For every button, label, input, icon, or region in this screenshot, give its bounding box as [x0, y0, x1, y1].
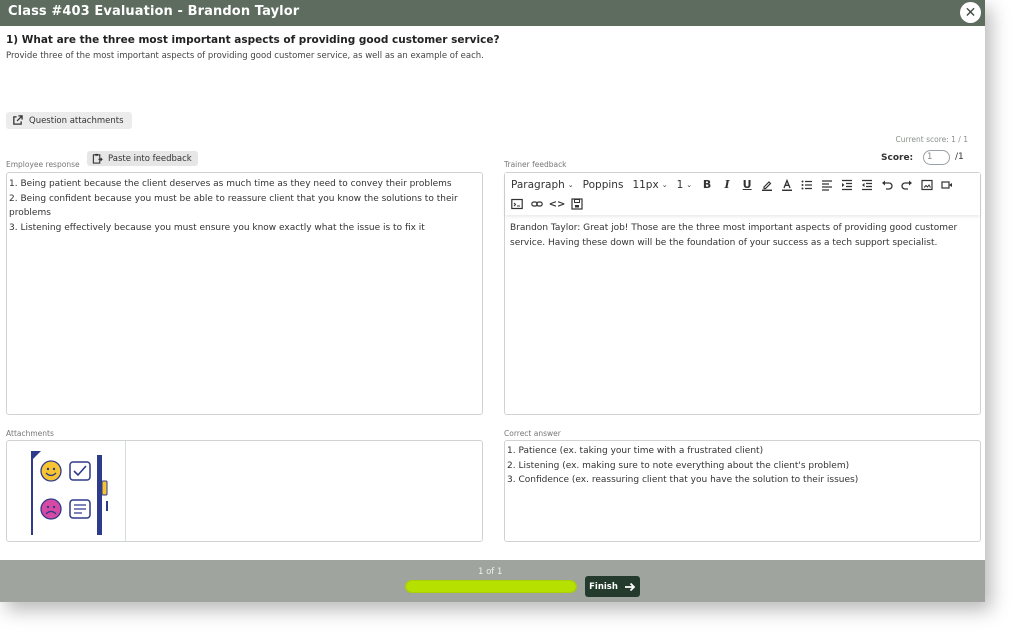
- finish-button[interactable]: Finish: [585, 576, 640, 597]
- bold-icon[interactable]: B: [701, 178, 713, 191]
- attachment-thumbnail[interactable]: [17, 445, 117, 537]
- employee-response-label: Employee response: [6, 160, 80, 169]
- italic-icon[interactable]: I: [721, 178, 733, 191]
- question-text: What are the three most important aspect…: [21, 34, 500, 46]
- arrow-right-icon: [624, 582, 636, 591]
- outdent-icon[interactable]: [861, 179, 873, 191]
- redo-icon[interactable]: [901, 179, 913, 191]
- font-size-select[interactable]: 11px ⌄: [632, 179, 667, 191]
- response-line: 1. Being patient because the client dese…: [9, 179, 452, 189]
- font-size-label: 11px: [632, 178, 659, 191]
- trainer-feedback-editor[interactable]: Paragraph ⌄ Poppins 11px ⌄ 1 ⌄ B I U <> …: [504, 172, 981, 415]
- underline-icon[interactable]: U: [741, 178, 753, 191]
- paragraph-select-label: Paragraph: [511, 178, 565, 191]
- editor-toolbar: Paragraph ⌄ Poppins 11px ⌄ 1 ⌄ B I U <>: [505, 173, 980, 215]
- paste-into-feedback-label: Paste into feedback: [108, 153, 192, 164]
- response-line: 3. Listening effectively because you mus…: [9, 222, 425, 233]
- current-score: Current score: 1 / 1: [895, 135, 968, 144]
- paragraph-select[interactable]: Paragraph ⌄: [511, 179, 574, 191]
- response-line: 2. Being confident because you must be a…: [9, 193, 458, 219]
- chevron-down-icon: ⌄: [686, 180, 693, 189]
- question-description: Provide three of the most important aspe…: [6, 51, 484, 61]
- close-icon: ✕: [964, 4, 977, 21]
- undo-icon[interactable]: [881, 179, 893, 191]
- font-select-label: Poppins: [582, 178, 624, 191]
- line-height-label: 1: [676, 178, 684, 191]
- clipboard-paste-icon: [92, 153, 103, 164]
- employee-response-text: 1. Being patient because the client dese…: [9, 177, 476, 235]
- modal-titlebar: Class #403 Evaluation - Brandon Taylor ✕: [0, 0, 985, 26]
- correct-answer-label: Correct answer: [504, 429, 561, 438]
- attachments-box: [6, 440, 483, 542]
- attachment-divider: [125, 441, 126, 541]
- trainer-feedback-text[interactable]: Brandon Taylor: Great job! Those are the…: [510, 221, 976, 251]
- answer-line: 2. Listening (ex. making sure to note ev…: [507, 460, 850, 471]
- question-number: 1): [6, 34, 19, 46]
- line-height-select[interactable]: 1 ⌄: [677, 179, 693, 191]
- image-icon[interactable]: [921, 179, 933, 191]
- question-attachments-button[interactable]: Question attachments: [6, 112, 132, 129]
- attachments-label: Attachments: [6, 429, 54, 438]
- modal-footer: 1 of 1 Finish: [0, 560, 985, 602]
- code-block-icon[interactable]: [511, 198, 523, 210]
- code-icon[interactable]: <>: [549, 199, 566, 210]
- highlight-icon[interactable]: [761, 179, 773, 191]
- score-input[interactable]: 1: [923, 150, 950, 165]
- font-select[interactable]: Poppins: [583, 179, 624, 191]
- chevron-down-icon: ⌄: [661, 180, 668, 189]
- progress-bar: [405, 580, 577, 593]
- question-attachments-label: Question attachments: [29, 115, 124, 126]
- score-max: /1: [955, 152, 964, 162]
- correct-answer-box: 1. Patience (ex. taking your time with a…: [504, 440, 981, 542]
- external-link-icon: [13, 115, 23, 125]
- modal-title: Class #403 Evaluation - Brandon Taylor: [8, 4, 300, 19]
- indent-icon[interactable]: [841, 179, 853, 191]
- employee-response-box: 1. Being patient because the client dese…: [6, 172, 483, 415]
- finish-label: Finish: [589, 581, 618, 592]
- correct-answer-text: 1. Patience (ex. taking your time with a…: [507, 444, 858, 488]
- trainer-feedback-label: Trainer feedback: [504, 160, 567, 169]
- chevron-down-icon: ⌄: [567, 180, 574, 189]
- answer-line: 1. Patience (ex. taking your time with a…: [507, 446, 764, 456]
- bullet-list-icon[interactable]: [801, 179, 813, 191]
- close-button[interactable]: ✕: [960, 2, 981, 23]
- paste-into-feedback-button[interactable]: Paste into feedback: [87, 151, 198, 166]
- answer-line: 3. Confidence (ex. reassuring client tha…: [507, 475, 859, 485]
- evaluation-modal: Class #403 Evaluation - Brandon Taylor ✕…: [0, 0, 985, 602]
- link-icon[interactable]: [531, 198, 543, 210]
- save-icon[interactable]: [571, 198, 583, 210]
- progress-fill: [406, 581, 576, 592]
- page-indicator: 1 of 1: [478, 567, 503, 577]
- question-title: 1) What are the three most important asp…: [6, 34, 500, 46]
- align-left-icon[interactable]: [821, 179, 833, 191]
- font-color-icon[interactable]: [781, 178, 793, 191]
- video-icon[interactable]: [941, 179, 953, 191]
- score-label: Score:: [881, 153, 914, 163]
